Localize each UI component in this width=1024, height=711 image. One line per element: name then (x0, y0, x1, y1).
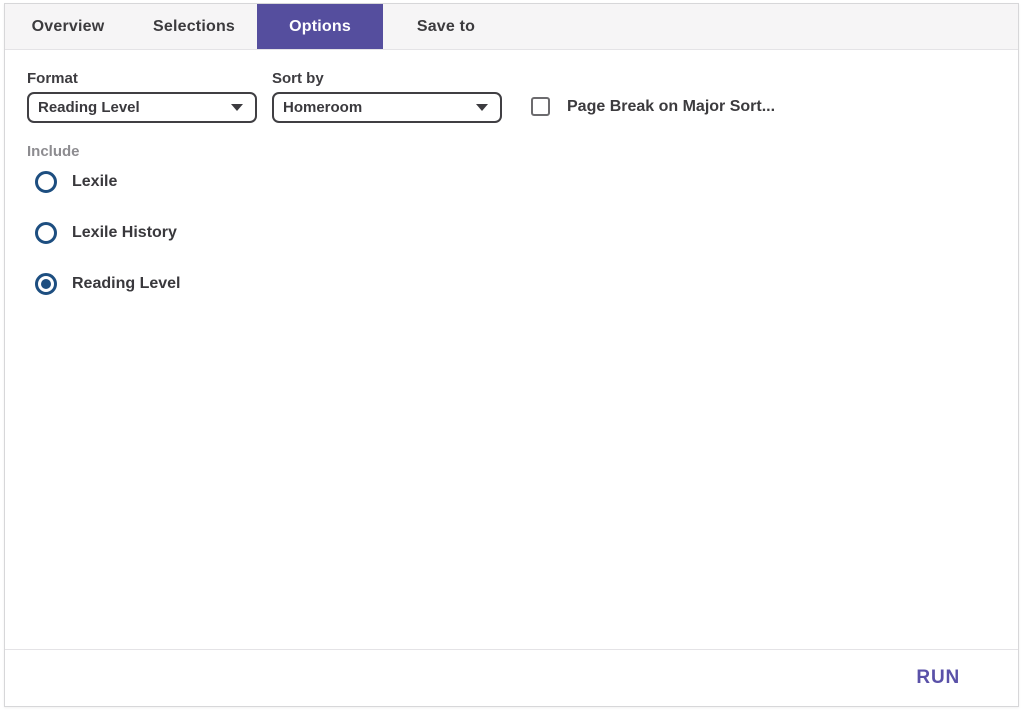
radio-option-lexile-history[interactable]: Lexile History (35, 221, 996, 245)
tab-options[interactable]: Options (257, 4, 383, 49)
tab-overview[interactable]: Overview (5, 4, 131, 49)
tab-label: Save to (416, 17, 476, 35)
page-break-checkbox[interactable] (531, 97, 550, 116)
radio-dot (41, 228, 51, 238)
caret-down-icon (476, 104, 488, 111)
sort-by-dropdown[interactable]: Homeroom (272, 92, 502, 123)
tab-save-to[interactable]: Save to (383, 4, 509, 49)
sort-by-label: Sort by (272, 70, 324, 87)
include-radio-group: Lexile Lexile History Reading Level (27, 170, 996, 296)
tab-label: Options (289, 17, 351, 35)
page-break-label: Page Break on Major Sort... (567, 97, 776, 115)
tab-bar: Overview Selections Options Save to (5, 4, 1018, 50)
radio-dot (41, 279, 51, 289)
include-label: Include (27, 143, 80, 160)
tab-label: Overview (31, 17, 105, 35)
radio-button[interactable] (35, 273, 57, 295)
format-sort-row: Format Reading Level Sort by Homeroom Pa… (27, 70, 996, 123)
radio-dot (41, 177, 51, 187)
radio-button[interactable] (35, 222, 57, 244)
radio-label: Lexile History (72, 224, 177, 241)
format-dropdown[interactable]: Reading Level (27, 92, 257, 123)
report-options-window: Overview Selections Options Save to Form… (4, 3, 1019, 707)
page-break-option[interactable]: Page Break on Major Sort... (531, 97, 775, 116)
radio-option-reading-level[interactable]: Reading Level (35, 272, 996, 296)
format-label: Format (27, 70, 78, 87)
format-field: Format Reading Level (27, 70, 257, 123)
options-panel: Format Reading Level Sort by Homeroom Pa… (5, 50, 1018, 649)
tab-selections[interactable]: Selections (131, 4, 257, 49)
radio-option-lexile[interactable]: Lexile (35, 170, 996, 194)
format-dropdown-value: Reading Level (38, 99, 140, 116)
radio-label: Reading Level (72, 275, 181, 292)
footer-bar: RUN (5, 649, 1018, 706)
caret-down-icon (231, 104, 243, 111)
tab-label: Selections (152, 17, 236, 35)
radio-label: Lexile (72, 173, 118, 190)
sort-by-dropdown-value: Homeroom (283, 99, 363, 116)
run-button[interactable]: RUN (916, 667, 960, 689)
sort-by-field: Sort by Homeroom (272, 70, 502, 123)
radio-button[interactable] (35, 171, 57, 193)
